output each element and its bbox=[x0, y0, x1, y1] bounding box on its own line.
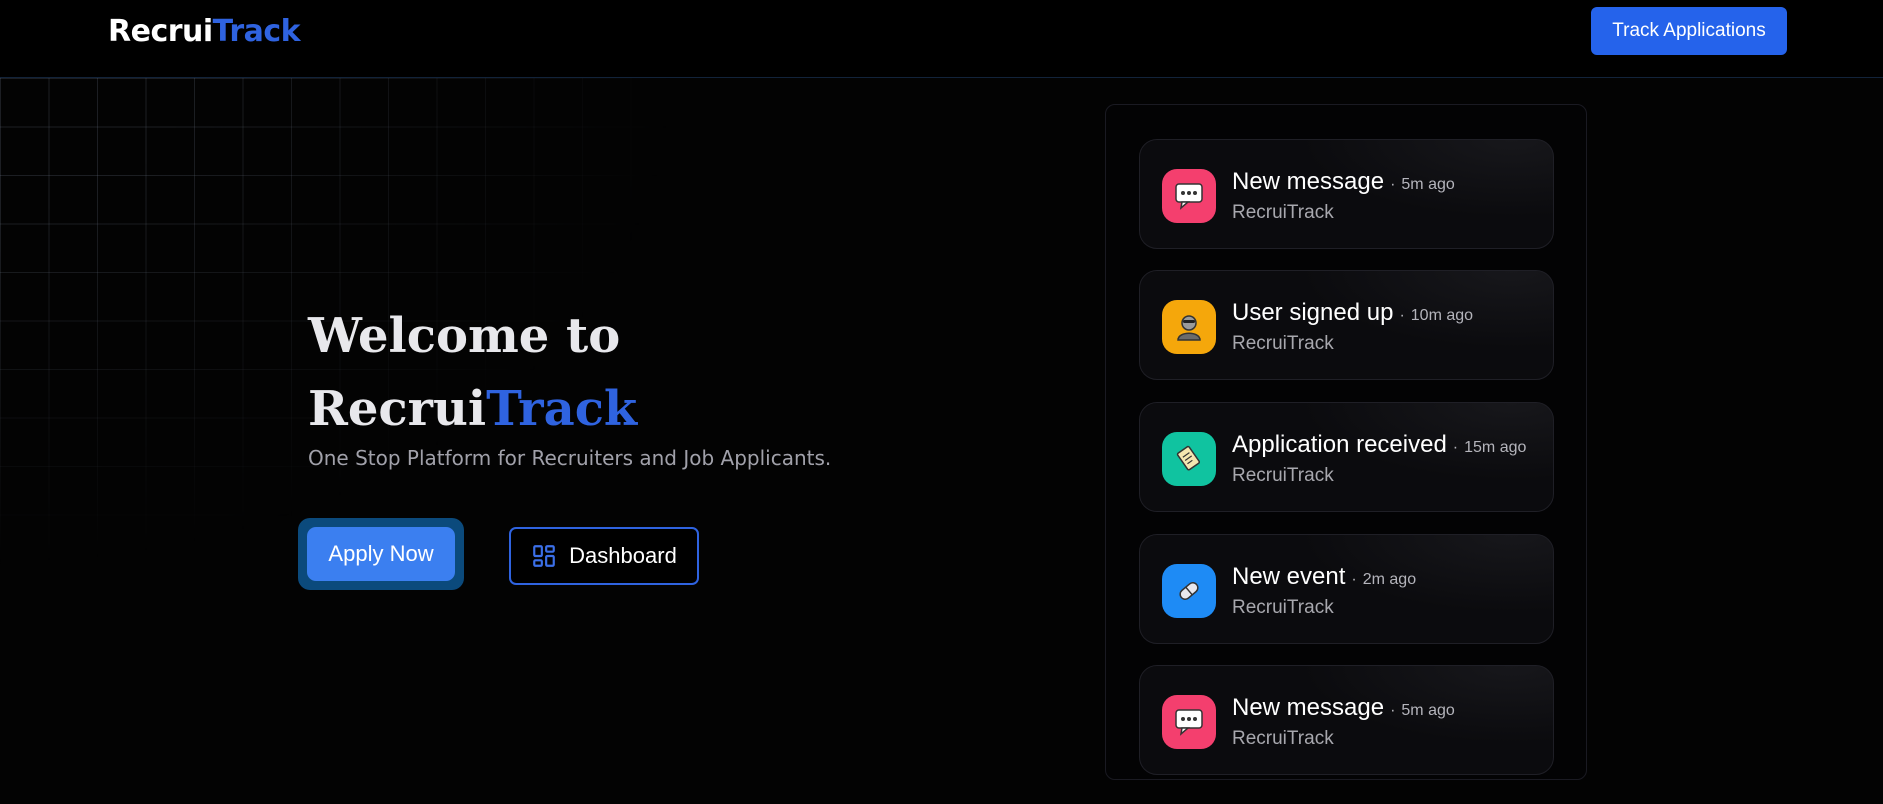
separator-dot: · bbox=[1351, 571, 1357, 588]
logo-text-recrui: Recrui bbox=[108, 14, 213, 49]
notifications-panel[interactable]: New message · 5m ago RecruiTrack User sign… bbox=[1105, 104, 1587, 780]
dashboard-grid-icon bbox=[533, 545, 556, 567]
notification-card[interactable]: User signed up · 10m ago RecruiTrack bbox=[1139, 270, 1554, 380]
chat-bubble-icon bbox=[1162, 169, 1216, 223]
apply-now-button[interactable]: Apply Now bbox=[307, 527, 455, 581]
hero-title-track: Track bbox=[486, 381, 638, 437]
notification-source: RecruiTrack bbox=[1232, 597, 1334, 618]
hero-title-line1: Welcome to bbox=[308, 308, 621, 364]
document-icon bbox=[1162, 432, 1216, 486]
notification-title: New message bbox=[1232, 168, 1385, 195]
top-navbar: RecruiTrack Track Applications bbox=[0, 0, 1883, 78]
chat-bubble-icon bbox=[1162, 695, 1216, 749]
notification-title-row: New message · 5m ago bbox=[1232, 168, 1455, 196]
notification-title-row: New event · 2m ago bbox=[1232, 563, 1416, 591]
page: RecruiTrack Track Applications Welcome t… bbox=[0, 0, 1883, 804]
notification-source: RecruiTrack bbox=[1232, 333, 1334, 354]
user-icon bbox=[1162, 300, 1216, 354]
event-icon bbox=[1162, 564, 1216, 618]
hero-title: Welcome to RecruiTrack bbox=[308, 300, 637, 446]
notification-title-row: Application received · 15m ago bbox=[1232, 431, 1526, 459]
logo[interactable]: RecruiTrack bbox=[108, 14, 301, 49]
notification-title-row: User signed up · 10m ago bbox=[1232, 299, 1473, 327]
logo-text-track: Track bbox=[212, 14, 301, 49]
grid-background bbox=[0, 78, 1883, 804]
notification-title: User signed up bbox=[1232, 299, 1394, 326]
notification-source: RecruiTrack bbox=[1232, 728, 1334, 749]
hero-title-line2: RecruiTrack bbox=[308, 373, 637, 446]
separator-dot: · bbox=[1390, 702, 1396, 719]
notification-time: 5m ago bbox=[1401, 176, 1455, 193]
notification-card[interactable]: New message · 5m ago RecruiTrack bbox=[1139, 139, 1554, 249]
track-applications-button[interactable]: Track Applications bbox=[1591, 7, 1787, 55]
dashboard-button[interactable]: Dashboard bbox=[509, 527, 699, 585]
dashboard-button-label: Dashboard bbox=[569, 543, 677, 568]
hero-subtitle: One Stop Platform for Recruiters and Job… bbox=[308, 446, 832, 470]
notification-title: Application received bbox=[1232, 431, 1447, 458]
separator-dot: · bbox=[1399, 307, 1405, 324]
notification-source: RecruiTrack bbox=[1232, 202, 1334, 223]
notification-time: 15m ago bbox=[1464, 439, 1527, 456]
notification-title-row: New message · 5m ago bbox=[1232, 694, 1455, 722]
apply-now-button-ring: Apply Now bbox=[298, 518, 464, 590]
notification-card[interactable]: New message · 5m ago RecruiTrack bbox=[1139, 665, 1554, 775]
separator-dot: · bbox=[1452, 439, 1459, 456]
separator-dot: · bbox=[1390, 176, 1396, 193]
notification-card[interactable]: New event · 2m ago RecruiTrack bbox=[1139, 534, 1554, 644]
notification-title: New message bbox=[1232, 694, 1385, 721]
notification-time: 2m ago bbox=[1362, 571, 1417, 588]
notification-title: New event bbox=[1232, 563, 1346, 590]
notification-source: RecruiTrack bbox=[1232, 465, 1334, 486]
notification-card[interactable]: Application received · 15m ago RecruiTrack bbox=[1139, 402, 1554, 512]
notification-time: 10m ago bbox=[1410, 307, 1474, 324]
notification-time: 5m ago bbox=[1401, 702, 1455, 719]
hero-title-recrui: Recrui bbox=[308, 381, 487, 437]
